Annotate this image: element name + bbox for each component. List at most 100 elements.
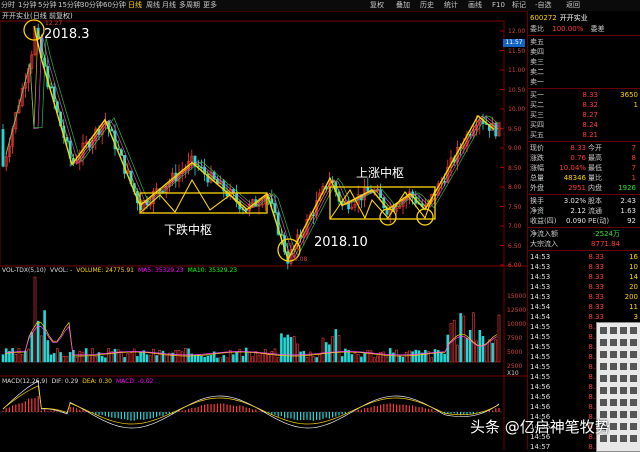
drawing-tool-icon[interactable]: [630, 423, 637, 430]
drawing-tool-icon[interactable]: [600, 327, 607, 334]
volume-bar: [148, 355, 152, 363]
drawing-tool-icon[interactable]: [620, 399, 627, 406]
drawing-tool-icon[interactable]: [610, 423, 617, 430]
volume-bar: [59, 352, 62, 363]
volume-tick-label: 7500: [507, 335, 523, 342]
stat-label: 今开: [588, 144, 602, 152]
price-tick-label: 11.50: [508, 47, 526, 55]
drawing-tool-icon[interactable]: [600, 339, 607, 346]
drawing-tool-icon[interactable]: [610, 339, 617, 346]
tick-row: 14:53 8.33 14: [530, 272, 638, 282]
drawing-tool-icon[interactable]: [620, 423, 627, 430]
candle-body: [1, 129, 5, 167]
drawing-tool-icon[interactable]: [630, 375, 637, 382]
volume-header-item: MA10: 35329.23: [187, 267, 238, 274]
drawing-tool-icon[interactable]: [620, 339, 627, 346]
bid-label: 买二: [530, 101, 544, 109]
drawing-tool-icon[interactable]: [630, 327, 637, 334]
volume-bar: [494, 339, 498, 363]
drawing-tool-icon[interactable]: [610, 375, 617, 382]
volume-bar: [488, 339, 491, 363]
toolbar-button-8[interactable]: 返回: [566, 0, 580, 11]
volume-bar: [30, 331, 34, 363]
drawing-tool-icon[interactable]: [610, 327, 617, 334]
volume-bar: [222, 355, 226, 363]
stat-value: 0.76: [570, 154, 586, 162]
volume-bar: [139, 351, 142, 363]
tick-row: 14:53 8.33 10: [530, 262, 638, 272]
volume-bar: [161, 350, 165, 363]
drawing-tool-icon[interactable]: [620, 387, 627, 394]
drawing-tool-icon[interactable]: [620, 435, 627, 442]
volume-bar: [75, 357, 78, 363]
drawing-tool-icon[interactable]: [620, 351, 627, 358]
volume-bar: [120, 351, 123, 363]
tick-price: 8.33: [588, 253, 604, 261]
drawing-tool-icon[interactable]: [630, 339, 637, 346]
drawing-tool-icon[interactable]: [600, 387, 607, 394]
drawing-tool-icon[interactable]: [620, 411, 627, 418]
price-tick-label: 12.00: [508, 28, 526, 35]
volume-bar: [462, 315, 466, 363]
stat-value: 8: [631, 154, 636, 162]
order-diff-label: 委差: [590, 25, 605, 33]
drawing-tool-icon[interactable]: [630, 399, 637, 406]
volume-bar: [43, 310, 46, 363]
divider: [528, 194, 640, 195]
stat-row: 现价 8.33 今开 7: [530, 143, 636, 153]
drawing-tool-icon[interactable]: [610, 411, 617, 418]
fund-value: 1.63: [620, 207, 636, 215]
volume-bar: [264, 349, 267, 363]
bid-label: 买一: [530, 91, 544, 99]
tick-row: 14:53 8.33 200: [530, 292, 638, 302]
stat-value: 7: [631, 164, 636, 172]
drawing-tool-icon[interactable]: [620, 327, 627, 334]
tick-time: 14:54: [530, 313, 551, 321]
drawing-tool-icon[interactable]: [610, 399, 617, 406]
drawing-tool-icon[interactable]: [600, 375, 607, 382]
stat-label: 量比: [588, 174, 602, 182]
tick-time: 14:56: [530, 403, 551, 411]
drawing-tool-icon[interactable]: [600, 399, 607, 406]
drawing-tool-icon[interactable]: [610, 387, 617, 394]
volume-bar: [78, 350, 82, 363]
tick-time: 14:53: [530, 263, 551, 271]
bid-row: 买二 8.32 1: [530, 100, 638, 110]
drawing-tool-icon[interactable]: [630, 435, 637, 442]
fund-label: 流通: [588, 207, 602, 215]
volume-bar: [136, 356, 139, 363]
drawing-tool-icon[interactable]: [630, 411, 637, 418]
drawing-tool-icon[interactable]: [600, 351, 607, 358]
tick-time: 14:55: [530, 333, 551, 341]
tick-volume: 10: [629, 263, 638, 271]
volume-bar: [376, 355, 379, 363]
volume-bar: [443, 353, 446, 363]
volume-bar: [452, 319, 456, 363]
stat-value: 7: [631, 144, 636, 152]
volume-header-item: VOLUME: 24775.91: [76, 267, 134, 274]
price-tick-label: 8.00: [508, 184, 522, 191]
volume-bar: [344, 348, 347, 363]
price-tick-label: 7.50: [508, 203, 522, 211]
stat-label: 总量: [530, 174, 544, 182]
drawing-tool-icon[interactable]: [630, 363, 637, 370]
ask-label: 卖二: [530, 68, 544, 76]
toolbar-button-7[interactable]: -自选: [535, 0, 552, 11]
stat-label: 涨幅: [530, 164, 544, 172]
drawing-tool-icon[interactable]: [610, 435, 617, 442]
flow-row: 净流入额 -2524万: [530, 229, 620, 239]
drawing-tool-icon[interactable]: [630, 387, 637, 394]
stat-value: 2951: [568, 184, 586, 192]
drawing-tool-icon[interactable]: [620, 363, 627, 370]
fund-value: 0.090: [565, 217, 586, 225]
drawing-tool-icon[interactable]: [630, 351, 637, 358]
fund-row: 净资 2.12 流通 1.63: [530, 206, 636, 216]
drawing-tool-icon[interactable]: [610, 363, 617, 370]
drawing-tool-icon[interactable]: [600, 363, 607, 370]
drawing-tool-icon[interactable]: [620, 375, 627, 382]
drawing-tool-icon[interactable]: [610, 351, 617, 358]
volume-bar: [356, 354, 360, 363]
volume-bar: [248, 351, 251, 363]
divider: [528, 227, 640, 228]
volume-header-item: VVOL: -: [50, 267, 73, 274]
